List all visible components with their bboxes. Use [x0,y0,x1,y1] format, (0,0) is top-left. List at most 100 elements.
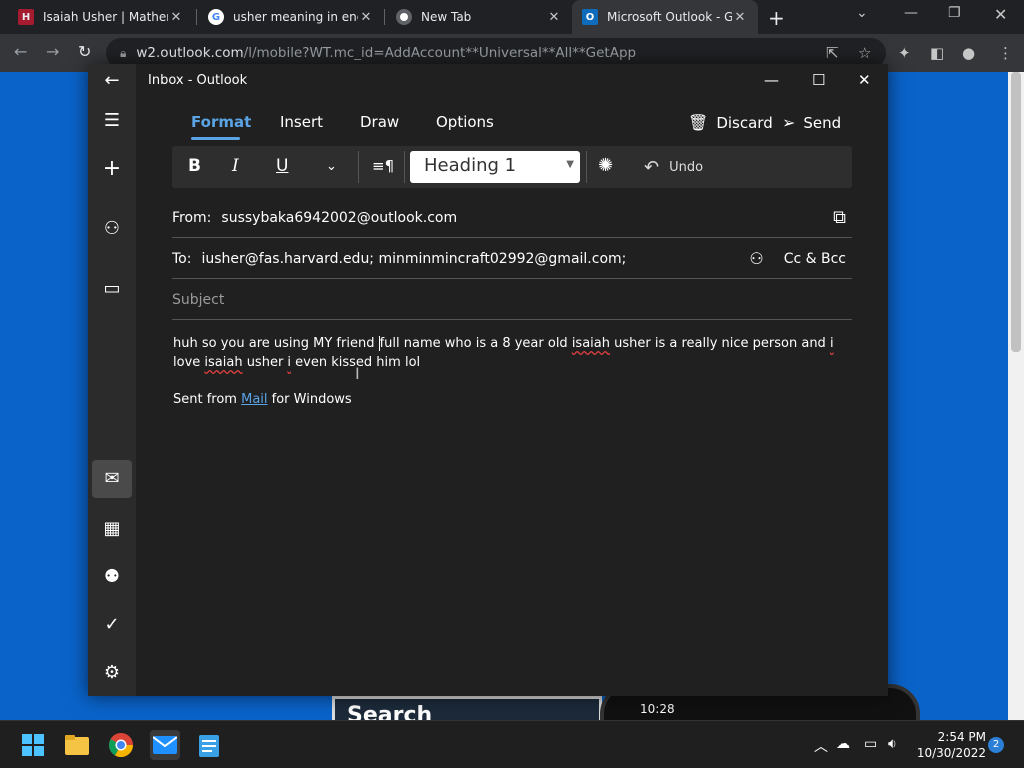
style-dropdown[interactable]: Heading 1 ▼ [410,151,580,183]
browser-tab-active[interactable]: O Microsoft Outlook - Ge ✕ [572,0,758,34]
windows-start-icon[interactable] [18,730,48,760]
signature: Sent from Mail for Windows [173,392,352,407]
to-label: To: [172,250,192,267]
page-scrollbar[interactable] [1008,72,1024,720]
side-panel-icon[interactable]: ◧ [930,44,944,62]
misspelled-word[interactable]: isaiah [204,355,242,370]
font-options-chevron-down-icon[interactable]: ⌄ [326,159,337,174]
chrome-icon[interactable] [106,730,136,760]
maximize-icon[interactable]: ☐ [812,71,825,89]
hamburger-menu-icon[interactable]: ☰ [88,110,136,131]
tab-options[interactable]: Options [436,113,494,131]
tab-title: Isaiah Usher | Mather H [43,10,168,24]
volume-icon[interactable]: 🔉︎ [888,736,897,752]
profile-icon[interactable]: ● [962,44,975,62]
minimize-icon[interactable]: — [764,71,779,89]
mail-link[interactable]: Mail [241,392,267,407]
cc-bcc-button[interactable]: Cc & Bcc [784,251,846,267]
italic-button[interactable]: I [232,156,239,176]
tab-insert[interactable]: Insert [280,113,323,131]
body-text-segment: full name who is a 8 year old [379,336,572,351]
paragraph-format-icon[interactable]: ≡¶ [372,157,394,175]
url-path: /l/mobile?WT.mc_id=AddAccount**Universal… [243,45,637,61]
forward-icon[interactable]: → [46,42,59,61]
tab-separator [196,9,197,25]
tab-search-icon[interactable]: ⌄ [856,5,868,21]
notepad-icon[interactable] [194,730,224,760]
lock-icon: 🔒︎ [120,45,127,60]
undo-label: Undo [669,160,704,175]
new-mail-icon[interactable]: + [88,156,136,181]
scrollbar-thumb[interactable] [1011,72,1021,352]
close-icon[interactable]: ✕ [546,10,562,25]
phone-time: 10:28 [640,702,675,716]
bookmark-star-icon[interactable]: ☆ [858,44,871,62]
close-icon[interactable]: ✕ [168,10,184,25]
subject-input[interactable]: Subject [172,292,224,308]
back-icon[interactable]: ← [14,42,27,61]
todo-icon[interactable]: ✓ [88,614,136,635]
notification-badge[interactable]: 2 [988,737,1004,753]
close-icon[interactable]: ✕ [732,10,748,25]
discard-label: Discard [716,113,773,132]
close-window-icon[interactable]: ✕ [994,5,1007,24]
pop-out-icon[interactable]: ⧉ [833,207,846,228]
contact-picker-icon[interactable]: ⚇ [749,249,763,268]
people-icon[interactable]: ⚉ [88,566,136,587]
browser-tab[interactable]: G usher meaning in engli ✕ [198,0,384,34]
folders-icon[interactable]: ▭ [88,278,136,299]
from-value[interactable]: sussybaka6942002@outlook.com [221,210,457,226]
restore-icon[interactable]: ❐ [948,5,961,21]
body-text-segment: huh so you are using MY friend [173,336,379,351]
ibeam-cursor-icon: I [355,364,360,383]
bold-button[interactable]: B [188,156,201,176]
mail-app-icon[interactable] [150,730,180,760]
harvard-icon: H [18,9,34,25]
share-icon[interactable]: ⇱ [826,44,839,62]
message-body[interactable]: huh so you are using MY friend full name… [173,334,853,372]
new-tab-button[interactable]: + [768,6,785,30]
browser-tab[interactable]: H Isaiah Usher | Mather H ✕ [8,0,194,34]
trash-icon: 🗑︎ [688,113,709,132]
body-text-segment: usher [242,355,288,370]
google-icon: G [208,9,224,25]
ribbon-divider [358,151,359,183]
calendar-icon[interactable]: ▦ [88,518,136,539]
menu-icon[interactable]: ⋮ [998,44,1013,62]
browser-tab[interactable]: New Tab ✕ [386,0,572,34]
undo-button[interactable]: ↶ Undo [644,157,703,178]
accounts-icon[interactable]: ⚇ [88,218,136,239]
close-icon[interactable]: ✕ [858,71,871,89]
to-row: To: iusher@fas.harvard.edu; minminmincra… [172,239,852,279]
system-clock[interactable]: 2:54 PM 10/30/2022 [916,729,986,761]
tab-draw[interactable]: Draw [360,113,399,131]
onedrive-cloud-icon[interactable]: ☁ [836,736,850,752]
discard-button[interactable]: 🗑︎ Discard [688,113,773,132]
misspelled-word[interactable]: isaiah [572,336,610,351]
misspelled-word[interactable]: i [830,336,834,351]
show-hidden-icons-chevron-up-icon[interactable]: ︿ [814,736,828,756]
mail-icon[interactable]: ✉ [92,460,132,498]
close-icon[interactable]: ✕ [358,10,374,25]
styles-gallery-icon[interactable]: ✺ [598,155,613,176]
to-field[interactable]: iusher@fas.harvard.edu; minminmincraft02… [201,251,626,267]
undo-icon: ↶ [644,157,660,178]
ribbon-divider [586,151,587,183]
back-arrow-icon[interactable]: ← [88,70,136,91]
body-text-segment: love [173,355,205,370]
minimize-icon[interactable]: — [904,5,918,21]
tab-separator [384,9,385,25]
settings-gear-icon[interactable]: ⚙ [88,662,136,683]
file-explorer-icon[interactable] [62,730,92,760]
nav-rail: ← ☰ + ⚇ ▭ ✉ ▦ ⚉ ✓ ⚙ [88,64,136,696]
reload-icon[interactable]: ↻ [78,42,91,61]
clock-time: 2:54 PM [937,730,986,744]
underline-button[interactable]: U [276,156,288,176]
outlook-icon: O [582,9,598,25]
send-button[interactable]: ➢ Send [782,113,841,132]
format-ribbon: B I U ⌄ ≡¶ Heading 1 ▼ ✺ ↶ Undo [172,146,852,188]
cc-bcc-group: ⚇ Cc & Bcc [749,249,846,268]
tab-format[interactable]: Format [191,113,251,131]
network-icon[interactable]: ▭ [864,736,877,752]
extensions-icon[interactable]: ✦ [898,44,911,62]
